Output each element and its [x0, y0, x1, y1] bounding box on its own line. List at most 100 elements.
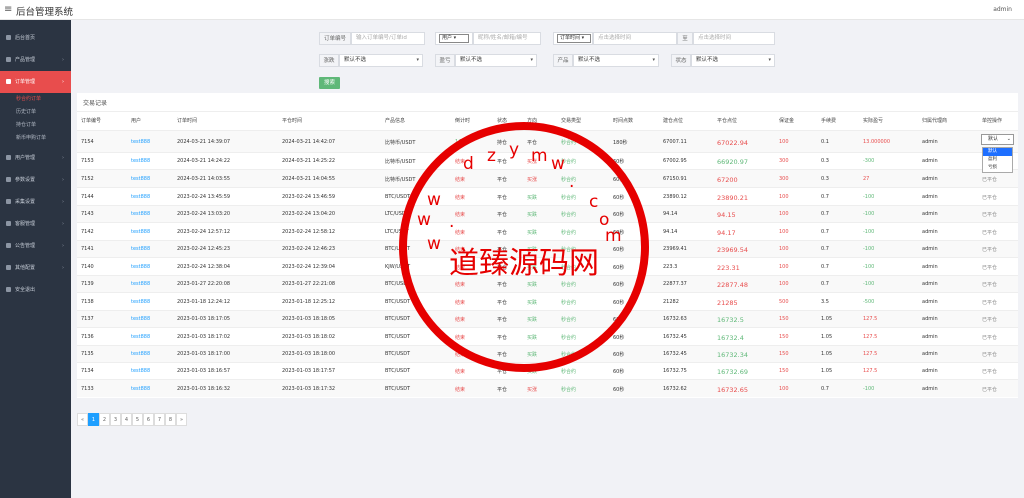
sidebar-item-notices[interactable]: 公告管理 ›	[0, 235, 71, 257]
table-cell[interactable]: test888	[131, 194, 150, 200]
table-row: 7142 test888 2023-02-24 12:57:12 2023-02-24…	[77, 222, 1018, 240]
chevron-down-icon: ›	[62, 79, 64, 85]
table-cell: 买跌	[527, 369, 538, 375]
column-header: 保证金	[779, 118, 795, 124]
chevron-right-icon: ›	[62, 177, 64, 183]
table-cell: 67200	[717, 175, 738, 184]
page-button[interactable]: 1	[88, 413, 99, 426]
sidebar-item-collect[interactable]: 采集设置 ›	[0, 191, 71, 213]
table-cell: 16732.63	[663, 316, 687, 322]
time-start-input[interactable]: 点击选择时间	[593, 32, 677, 45]
table-cell: 27	[863, 175, 870, 182]
table-cell: 0.7	[821, 228, 829, 235]
table-row: 7140 test888 2023-02-24 12:38:04 2023-02-24…	[77, 257, 1018, 275]
sidebar-item-service[interactable]: 客服管理 ›	[0, 213, 71, 235]
page-button[interactable]: 5	[132, 413, 143, 426]
sidebar-sub-history-orders[interactable]: 历史订单	[0, 106, 71, 119]
table-cell: 秒合约	[561, 176, 577, 183]
option-profit[interactable]: 盈利	[983, 156, 1012, 164]
table-cell: 已平仓	[982, 299, 998, 306]
table-cell: 买跌	[527, 334, 538, 341]
table-cell: 7154	[81, 138, 94, 145]
table-cell: 0.7	[821, 385, 829, 392]
sidebar-item-other[interactable]: 其他配置 ›	[0, 257, 71, 279]
user-type-select[interactable]: 用户 ▾	[439, 34, 469, 43]
sidebar-item-users[interactable]: 用户管理 ›	[0, 147, 71, 169]
sidebar-sub-seconds-orders[interactable]: 秒合约订单	[0, 93, 71, 106]
table-cell: 13.000000	[863, 138, 891, 145]
profit-select[interactable]: 默认不选 ▾	[455, 54, 537, 67]
table-cell[interactable]: test888	[131, 351, 150, 357]
table-cell: BTC/USDT	[385, 316, 411, 322]
sidebar-item-params[interactable]: 参数设置 ›	[0, 169, 71, 191]
table-cell[interactable]: test888	[131, 139, 150, 145]
table-cell: 300	[779, 175, 789, 182]
control-select[interactable]: 默认 ⌄	[981, 134, 1014, 145]
search-button[interactable]: 搜索	[319, 77, 340, 89]
table-cell: 2023-01-03 18:16:57	[177, 368, 231, 374]
sidebar-item-logout[interactable]: 安全退出	[0, 279, 71, 301]
page-button[interactable]: »	[176, 413, 187, 426]
table-cell: 7141	[81, 246, 94, 252]
table-cell: 2023-02-24 13:03:20	[177, 211, 231, 217]
menu-icon[interactable]: ≡	[4, 4, 12, 15]
table-row: 7137 test888 2023-01-03 18:17:05 2023-01-03…	[77, 310, 1018, 327]
table-cell[interactable]: test888	[131, 281, 150, 287]
time-end-input[interactable]: 点击选择时间	[693, 32, 775, 45]
table-cell[interactable]: test888	[131, 176, 150, 182]
table-cell[interactable]: test888	[131, 229, 150, 235]
option-loss[interactable]: 亏损	[983, 164, 1012, 172]
page-button[interactable]: 4	[121, 413, 132, 426]
page-button[interactable]: 7	[154, 413, 165, 426]
table-cell: 结束	[455, 299, 466, 306]
table-cell[interactable]: test888	[131, 211, 150, 217]
page-button[interactable]: 2	[99, 413, 110, 426]
table-cell: -500	[863, 298, 875, 305]
table-cell: admin	[922, 333, 938, 340]
table-cell: 2023-02-24 12:46:23	[282, 246, 336, 252]
table-cell: 0.7	[821, 263, 829, 270]
sidebar-item-home[interactable]: 后台首页	[0, 27, 71, 49]
table-cell: 比特币/USDT	[385, 159, 416, 165]
table-cell: 2023-01-03 18:16:32	[177, 385, 231, 392]
table-row: 7152 test888 2024-03-21 14:03:55 2024-03-21…	[77, 169, 1018, 187]
direction-select[interactable]: 默认不选 ▾	[339, 54, 423, 67]
column-header: 方向	[527, 118, 538, 124]
table-cell: 结束	[455, 317, 466, 323]
table-cell[interactable]: test888	[131, 299, 150, 305]
page-button[interactable]: 6	[143, 413, 154, 426]
page-button[interactable]: 3	[110, 413, 121, 426]
table-cell: 秒合约	[561, 247, 577, 253]
table-cell[interactable]: test888	[131, 158, 150, 164]
chevron-down-icon: ▾	[768, 57, 771, 63]
table-cell[interactable]: test888	[131, 386, 150, 392]
sidebar-sub-newcoin-orders[interactable]: 新币申购订单	[0, 132, 71, 145]
status-select[interactable]: 默认不选 ▾	[691, 54, 775, 67]
table-cell: 67150.91	[663, 175, 687, 182]
table-cell[interactable]: test888	[131, 246, 150, 252]
table-cell[interactable]: test888	[131, 334, 150, 340]
user-menu[interactable]: admin	[993, 6, 1012, 13]
order-id-label: 订单编号	[319, 32, 351, 45]
product-select[interactable]: 默认不选 ▾	[573, 54, 659, 67]
order-id-input[interactable]: 输入订单编号/订单id	[351, 32, 425, 45]
sidebar-item-products[interactable]: 产品管理 ›	[0, 49, 71, 71]
table-cell[interactable]: test888	[131, 264, 150, 270]
sidebar-item-orders[interactable]: 订单管理 ›	[0, 71, 71, 93]
page-button[interactable]: «	[77, 413, 88, 426]
app-title: 后台管理系统	[16, 7, 74, 18]
table-cell[interactable]: test888	[131, 368, 150, 374]
table-cell: 60秒	[613, 369, 625, 375]
sidebar-sub-position-orders[interactable]: 持仓订单	[0, 119, 71, 132]
table-cell: 平仓	[497, 282, 508, 288]
time-range-separator: 至	[677, 32, 693, 45]
time-type-select[interactable]: 订单时间 ▾	[557, 34, 591, 43]
user-search-input[interactable]: 昵称/姓名/邮箱/编号	[473, 32, 541, 45]
page-button[interactable]: 8	[165, 413, 176, 426]
table-cell[interactable]: test888	[131, 316, 150, 322]
profit-label: 盈亏	[435, 54, 455, 67]
box-icon	[6, 57, 11, 62]
table-cell: 16732.75	[663, 368, 687, 374]
option-default[interactable]: 默认	[983, 148, 1012, 156]
column-header: 建仓点位	[663, 118, 684, 124]
